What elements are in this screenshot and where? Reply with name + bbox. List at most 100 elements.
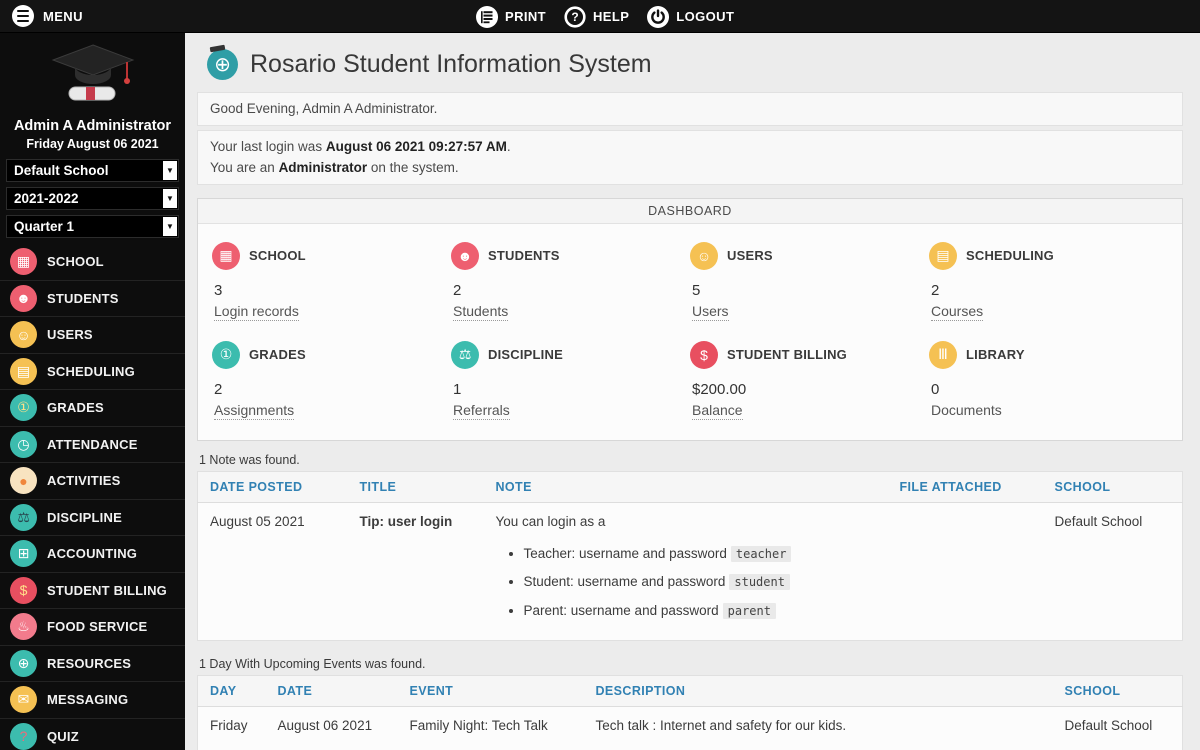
chevron-down-icon: ▼	[163, 217, 177, 236]
students-icon: ☻	[10, 284, 37, 312]
stat-label: GRADES	[249, 347, 306, 363]
user-name: Admin A Administrator	[13, 118, 172, 134]
col-date[interactable]: DATE	[266, 676, 398, 707]
col-title[interactable]: TITLE	[348, 471, 484, 502]
sidebar-item-label: DISCIPLINE	[47, 509, 122, 525]
stat-value: 2	[214, 380, 223, 398]
col-note[interactable]: NOTE	[484, 471, 888, 502]
last-login-line: Your last login was August 06 2021 09:27…	[210, 139, 511, 155]
sidebar-item-food-service[interactable]: ♨ FOOD SERVICE	[0, 608, 185, 645]
sidebar-item-discipline[interactable]: ⚖ DISCIPLINE	[0, 498, 185, 536]
col-day[interactable]: DAY	[198, 676, 266, 707]
students-link[interactable]: Students	[453, 303, 509, 321]
stat-discipline: ⚖ DISCIPLINE 1 Referrals	[451, 340, 690, 420]
food-service-icon: ♨	[10, 613, 37, 641]
scheduling-icon: ▤	[10, 357, 37, 385]
col-event[interactable]: EVENT	[398, 676, 584, 707]
users-link[interactable]: Users	[692, 303, 729, 321]
chevron-down-icon: ▼	[163, 161, 177, 180]
chevron-down-icon: ▼	[163, 189, 177, 208]
sidebar-item-label: MESSAGING	[47, 692, 129, 708]
sidebar-item-student-billing[interactable]: $ STUDENT BILLING	[0, 571, 185, 609]
graduation-cap-logo-icon	[0, 33, 185, 116]
stat-scheduling: ▤ SCHEDULING 2 Courses	[929, 241, 1168, 321]
menu-button[interactable]: MENU	[0, 5, 95, 27]
note-bullet: Parent: username and passwordparent	[524, 601, 876, 621]
users-icon: ☺	[690, 241, 718, 270]
sidebar-item-messaging[interactable]: ✉ MESSAGING	[0, 681, 185, 718]
school-year-select-value: 2021-2022	[14, 191, 79, 206]
print-button[interactable]: PRINT	[476, 5, 547, 28]
school-year-select[interactable]: 2021-2022 ▼	[6, 187, 179, 210]
logout-label: LOGOUT	[676, 9, 735, 24]
login-records-link[interactable]: Login records	[214, 303, 299, 321]
assignments-link[interactable]: Assignments	[214, 402, 295, 420]
school-select[interactable]: Default School ▼	[6, 159, 179, 182]
student-billing-icon: $	[10, 576, 37, 604]
marking-period-select-value: Quarter 1	[14, 219, 75, 234]
accounting-icon: ⊞	[10, 540, 37, 568]
col-description[interactable]: DESCRIPTION	[584, 676, 1053, 707]
sidebar-item-label: ATTENDANCE	[47, 436, 138, 452]
greeting-box: Good Evening, Admin A Administrator.	[197, 92, 1183, 127]
col-school[interactable]: SCHOOL	[1043, 471, 1183, 502]
stat-users: ☺ USERS 5 Users	[690, 241, 929, 321]
stat-school: ▦ SCHOOL 3 Login records	[212, 241, 451, 321]
logout-button[interactable]: LOGOUT	[647, 5, 735, 28]
help-icon: ?	[564, 5, 586, 28]
note-date-posted: August 05 2021	[210, 513, 305, 529]
note-row: August 05 2021 Tip: user login You can l…	[198, 502, 1183, 641]
sidebar-item-accounting[interactable]: ⊞ ACCOUNTING	[0, 535, 185, 572]
current-date: Friday August 06 2021	[26, 137, 159, 151]
login-info-box: Your last login was August 06 2021 09:27…	[197, 130, 1183, 185]
svg-text:?: ?	[571, 10, 578, 24]
marking-period-select[interactable]: Quarter 1 ▼	[6, 215, 179, 238]
sidebar-item-resources[interactable]: ⊕ RESOURCES	[0, 644, 185, 682]
stat-students: ☻ STUDENTS 2 Students	[451, 241, 690, 321]
sidebar-item-quiz[interactable]: ? QUIZ	[0, 717, 185, 750]
sidebar-item-label: SCHOOL	[47, 253, 104, 269]
password-code: teacher	[730, 545, 792, 562]
sidebar-item-school[interactable]: ▦ SCHOOL	[0, 243, 185, 280]
documents-label: Documents	[931, 401, 1002, 418]
event-school: Default School	[1064, 718, 1153, 734]
note-bullet: Teacher: username and passwordteacher	[524, 544, 876, 564]
sidebar-item-label: FOOD SERVICE	[47, 619, 148, 635]
stat-value: 3	[214, 281, 223, 299]
role-line: You are an Administrator on the system.	[210, 159, 459, 175]
sidebar-menu: ▦ SCHOOL ☻ STUDENTS ☺ USERS ▤ SCHEDULING…	[0, 243, 185, 750]
balance-link[interactable]: Balance	[692, 402, 743, 420]
dashboard-panel: DASHBOARD ▦ SCHOOL 3 Login records ☻ STUDE…	[197, 197, 1183, 441]
sidebar-item-label: ACCOUNTING	[47, 546, 138, 562]
password-code: parent	[722, 602, 776, 619]
stat-value: 1	[453, 380, 462, 398]
help-label: HELP	[593, 9, 630, 24]
sidebar-item-students[interactable]: ☻ STUDENTS	[0, 279, 185, 317]
greeting-text: Good Evening, Admin A Administrator.	[210, 101, 438, 116]
sidebar-item-users[interactable]: ☺ USERS	[0, 316, 185, 353]
sidebar-item-scheduling[interactable]: ▤ SCHEDULING	[0, 352, 185, 390]
sidebar-item-attendance[interactable]: ◷ ATTENDANCE	[0, 425, 185, 463]
dashboard-header: DASHBOARD	[198, 198, 1182, 224]
col-date-posted[interactable]: DATE POSTED	[198, 471, 348, 502]
app-globe-logo-icon: ⊕	[207, 44, 238, 80]
note-bullet: Student: username and passwordstudent	[524, 572, 876, 592]
courses-link[interactable]: Courses	[931, 303, 984, 321]
school-icon: ▦	[10, 247, 37, 275]
discipline-icon: ⚖	[10, 503, 37, 531]
students-icon: ☻	[451, 241, 479, 270]
sidebar-item-grades[interactable]: ① GRADES	[0, 389, 185, 426]
print-label: PRINT	[505, 9, 547, 24]
stat-label: STUDENT BILLING	[727, 347, 847, 363]
stat-value: $200.00	[692, 380, 747, 398]
note-title: Tip: user login	[359, 513, 453, 529]
sidebar-item-activities[interactable]: ● ACTIVITIES	[0, 462, 185, 499]
col-file-attached[interactable]: FILE ATTACHED	[888, 471, 1043, 502]
sidebar-item-label: QUIZ	[47, 728, 79, 744]
note-file-attached	[888, 502, 1043, 641]
help-button[interactable]: ? HELP	[564, 5, 630, 28]
col-school[interactable]: SCHOOL	[1053, 676, 1183, 707]
stat-label: LIBRARY	[966, 347, 1025, 363]
stat-label: USERS	[727, 248, 773, 264]
referrals-link[interactable]: Referrals	[453, 402, 510, 420]
